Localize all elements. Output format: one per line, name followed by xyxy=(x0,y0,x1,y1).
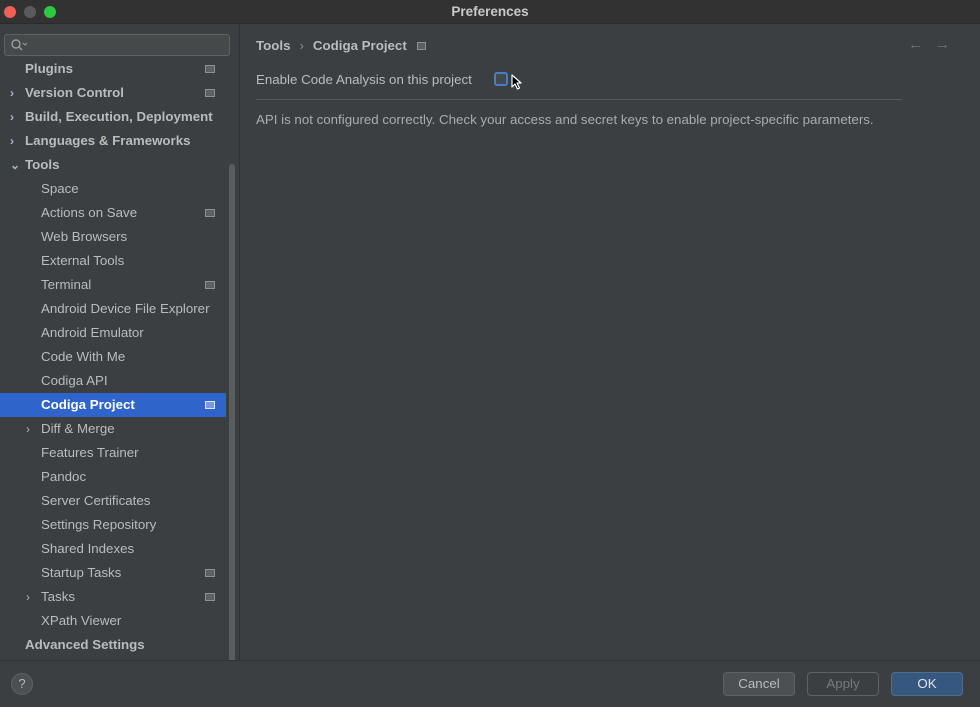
dialog-footer: ? Cancel Apply OK xyxy=(0,660,980,707)
sidebar-item-tasks[interactable]: › Tasks xyxy=(0,585,226,609)
sidebar-item-shared-indexes[interactable]: Shared Indexes xyxy=(0,537,226,561)
sidebar-item-label: Languages & Frameworks xyxy=(25,133,191,148)
sidebar-item-codiga-api[interactable]: Codiga API xyxy=(0,369,226,393)
sidebar-item-label: Server Certificates xyxy=(41,493,151,508)
chevron-down-icon[interactable]: ⌄ xyxy=(10,153,20,177)
sidebar-item-advanced-settings[interactable]: Advanced Settings xyxy=(0,633,226,657)
sidebar-item-version-control[interactable]: › Version Control xyxy=(0,81,226,105)
sidebar-item-label: Build, Execution, Deployment xyxy=(25,109,213,124)
chevron-right-icon[interactable]: › xyxy=(10,105,14,129)
sidebar-item-label: Android Emulator xyxy=(41,325,144,340)
sidebar-item-space[interactable]: Space xyxy=(0,177,226,201)
chevron-right-icon[interactable]: › xyxy=(26,585,30,609)
sidebar-item-diff-merge[interactable]: › Diff & Merge xyxy=(0,417,226,441)
sidebar-item-codiga-project[interactable]: Codiga Project xyxy=(0,393,226,417)
enable-analysis-label: Enable Code Analysis on this project xyxy=(256,72,472,87)
project-scope-icon xyxy=(205,65,215,73)
sidebar-item-actions-on-save[interactable]: Actions on Save xyxy=(0,201,226,225)
sidebar-item-label: External Tools xyxy=(41,253,125,268)
sidebar-item-label: Web Browsers xyxy=(41,229,128,244)
sidebar-item-label: Terminal xyxy=(41,277,92,292)
sidebar-item-label: Plugins xyxy=(25,61,74,76)
sidebar-item-terminal[interactable]: Terminal xyxy=(0,273,226,297)
sidebar-item-label: Tools xyxy=(25,157,60,172)
sidebar-item-label: Diff & Merge xyxy=(41,421,115,436)
cancel-button[interactable]: Cancel xyxy=(723,672,795,696)
sidebar-item-label: Pandoc xyxy=(41,469,87,484)
breadcrumb: Tools › Codiga Project xyxy=(256,38,426,53)
sidebar-item-label: Space xyxy=(41,181,79,196)
sidebar-item-label: Version Control xyxy=(25,85,124,100)
sidebar-item-label: XPath Viewer xyxy=(41,613,122,628)
chevron-right-icon[interactable]: › xyxy=(10,81,14,105)
breadcrumb-separator: › xyxy=(299,38,304,53)
history-navigation: ←→ xyxy=(908,36,962,53)
project-scope-icon xyxy=(416,42,426,51)
sidebar-item-label: Codiga API xyxy=(41,373,108,388)
settings-content: Tools › Codiga Project ←→ Enable Code Anal… xyxy=(240,24,980,660)
sidebar-item-android-device-file-explorer[interactable]: Android Device File Explorer xyxy=(0,297,226,321)
ok-button[interactable]: OK xyxy=(891,672,963,696)
sidebar-item-label: Code With Me xyxy=(41,349,126,364)
breadcrumb-current: Codiga Project xyxy=(312,38,407,53)
section-divider xyxy=(256,99,902,100)
enable-analysis-checkbox[interactable] xyxy=(494,72,508,86)
sidebar-item-label: Android Device File Explorer xyxy=(41,301,210,316)
sidebar-item-code-with-me[interactable]: Code With Me xyxy=(0,345,226,369)
sidebar-item-android-emulator[interactable]: Android Emulator xyxy=(0,321,226,345)
search-icon xyxy=(11,39,28,54)
api-warning-message: API is not configured correctly. Check y… xyxy=(256,112,874,127)
sidebar-item-label: Codiga Project xyxy=(41,397,135,412)
chevron-right-icon[interactable]: › xyxy=(10,129,14,153)
window-title: Preferences xyxy=(451,4,529,19)
sidebar-item-pandoc[interactable]: Pandoc xyxy=(0,465,226,489)
mouse-cursor-icon xyxy=(511,74,523,93)
sidebar-item-build-execution-deployment[interactable]: › Build, Execution, Deployment xyxy=(0,105,226,129)
back-arrow-icon[interactable]: ← xyxy=(908,36,935,53)
chevron-right-icon[interactable]: › xyxy=(26,417,30,441)
project-scope-icon xyxy=(205,89,215,97)
sidebar-item-label: Startup Tasks xyxy=(41,565,122,580)
sidebar-item-label: Tasks xyxy=(41,589,75,604)
sidebar-item-settings-repository[interactable]: Settings Repository xyxy=(0,513,226,537)
sidebar-item-web-browsers[interactable]: Web Browsers xyxy=(0,225,226,249)
project-scope-icon xyxy=(205,401,215,409)
forward-arrow-icon[interactable]: → xyxy=(935,36,962,53)
sidebar-item-label: Features Trainer xyxy=(41,445,139,460)
sidebar-item-label: Actions on Save xyxy=(41,205,138,220)
title-bar: Preferences xyxy=(0,0,980,24)
help-button[interactable]: ? xyxy=(11,673,33,695)
sidebar-item-server-certificates[interactable]: Server Certificates xyxy=(0,489,226,513)
sidebar-item-label: Advanced Settings xyxy=(25,637,145,652)
search-input[interactable] xyxy=(4,34,230,56)
sidebar-item-tools[interactable]: ⌄ Tools xyxy=(0,153,226,177)
project-scope-icon xyxy=(205,569,215,577)
sidebar-item-external-tools[interactable]: External Tools xyxy=(0,249,226,273)
project-scope-icon xyxy=(205,593,215,601)
sidebar-item-label: Settings Repository xyxy=(41,517,157,532)
sidebar-item-languages-frameworks[interactable]: › Languages & Frameworks xyxy=(0,129,226,153)
apply-button[interactable]: Apply xyxy=(807,672,879,696)
breadcrumb-parent[interactable]: Tools xyxy=(256,38,290,53)
project-scope-icon xyxy=(205,209,215,217)
sidebar-item-startup-tasks[interactable]: Startup Tasks xyxy=(0,561,226,585)
sidebar-scrollbar[interactable] xyxy=(229,164,235,660)
sidebar-item-label: Shared Indexes xyxy=(41,541,135,556)
project-scope-icon xyxy=(205,281,215,289)
sidebar-item-features-trainer[interactable]: Features Trainer xyxy=(0,441,226,465)
sidebar-item-xpath-viewer[interactable]: XPath Viewer xyxy=(0,609,226,633)
settings-sidebar: Plugins › Version Control › Build, Execution… xyxy=(0,24,240,660)
sidebar-item-plugins[interactable]: Plugins xyxy=(0,57,226,81)
